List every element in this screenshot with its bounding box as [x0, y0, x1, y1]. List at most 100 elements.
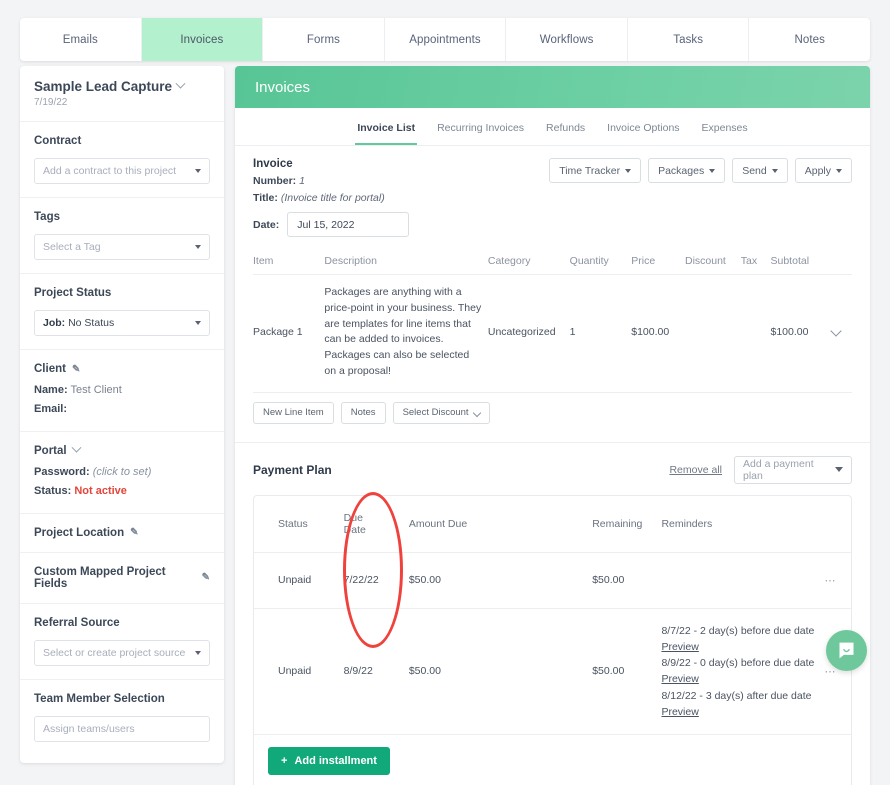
portal-label: Portal — [34, 445, 67, 457]
packages-label: Packages — [658, 165, 704, 177]
chevron-down-icon — [830, 326, 841, 337]
sidebar-section-contract: Contract Add a contract to this project — [20, 122, 224, 198]
portal-status-row: Status: Not active — [34, 484, 210, 500]
cell-status: Unpaid — [254, 552, 344, 608]
col-item: Item — [253, 249, 324, 275]
invoice-date-value: Jul 15, 2022 — [297, 219, 354, 231]
project-sidebar: Sample Lead Capture 7/19/22 Contract Add… — [20, 66, 224, 763]
packages-button[interactable]: Packages — [648, 158, 725, 183]
add-installment-button[interactable]: + Add installment — [268, 747, 390, 775]
cell-subtotal: $100.00 — [771, 275, 833, 393]
apply-button[interactable]: Apply — [795, 158, 852, 183]
table-row[interactable]: Package 1 Packages are anything with a p… — [253, 275, 852, 393]
table-row[interactable]: Unpaid 7/22/22 $50.00 $50.00 ⋯ — [254, 552, 851, 608]
pencil-icon[interactable]: ✎ — [202, 572, 210, 583]
subtab-invoice-options[interactable]: Invoice Options — [605, 122, 681, 145]
project-status-key: Job: — [43, 317, 65, 329]
cell-category: Uncategorized — [488, 275, 570, 393]
top-tab-emails[interactable]: Emails — [20, 18, 142, 61]
invoice-date-input[interactable]: Jul 15, 2022 — [287, 212, 409, 237]
subtab-refunds[interactable]: Refunds — [544, 122, 587, 145]
add-installment-label: Add installment — [294, 755, 377, 767]
referral-source-select[interactable]: Select or create project source — [34, 640, 210, 666]
reminder-preview-link[interactable]: Preview — [661, 671, 818, 687]
new-line-item-button[interactable]: New Line Item — [253, 402, 334, 424]
client-email-key: Email: — [34, 403, 67, 415]
portal-password-key: Password: — [34, 466, 90, 478]
contract-label: Contract — [34, 135, 210, 147]
subtab-recurring-invoices[interactable]: Recurring Invoices — [435, 122, 526, 145]
apply-label: Apply — [805, 165, 831, 177]
reminder-preview-link[interactable]: Preview — [661, 704, 818, 720]
cell-amount-due: $50.00 — [409, 608, 592, 735]
col-status: Status — [254, 496, 344, 553]
team-member-input[interactable]: Assign teams/users — [34, 716, 210, 742]
reminder-text: 8/7/22 - 2 day(s) before due date — [661, 625, 814, 637]
reminder-text: 8/12/22 - 3 day(s) after due date — [661, 690, 811, 702]
project-date: 7/19/22 — [34, 97, 210, 108]
subtab-expenses[interactable]: Expenses — [700, 122, 750, 145]
cell-remaining: $50.00 — [592, 608, 661, 735]
cell-tax — [741, 275, 771, 393]
cell-expand[interactable] — [832, 275, 852, 393]
notes-button[interactable]: Notes — [341, 402, 386, 424]
top-tab-workflows[interactable]: Workflows — [506, 18, 628, 61]
project-status-select[interactable]: Job: No Status — [34, 310, 210, 336]
payment-plan-header-row: Status DueDate Amount Due Remaining Remi… — [254, 496, 851, 553]
table-row[interactable]: Unpaid 8/9/22 $50.00 $50.00 8/7/22 - 2 d… — [254, 608, 851, 735]
payment-plan-table: Status DueDate Amount Due Remaining Remi… — [254, 496, 851, 736]
row-menu-button[interactable]: ⋯ — [824, 552, 851, 608]
chevron-down-icon — [195, 651, 201, 655]
chevron-down-icon — [472, 408, 480, 416]
invoice-title-row[interactable]: Title: (Invoice title for portal) — [253, 192, 852, 204]
row-menu-button[interactable]: ⋯ — [824, 608, 851, 735]
referral-source-value: Select or create project source — [43, 647, 195, 659]
line-items-section: Item Description Category Quantity Price… — [235, 243, 870, 393]
col-price: Price — [631, 249, 685, 275]
col-expand — [832, 249, 852, 275]
project-status-value: Job: No Status — [43, 317, 195, 329]
col-tax: Tax — [741, 249, 771, 275]
sidebar-section-custom-fields: Custom Mapped Project Fields ✎ — [20, 553, 224, 604]
select-discount-button[interactable]: Select Discount — [393, 402, 490, 424]
chevron-down-icon — [176, 79, 186, 89]
sidebar-section-project: Sample Lead Capture 7/19/22 — [20, 66, 224, 122]
top-tab-notes[interactable]: Notes — [749, 18, 870, 61]
top-tab-appointments[interactable]: Appointments — [385, 18, 507, 61]
cell-reminders: 8/7/22 - 2 day(s) before due date Previe… — [661, 608, 824, 735]
invoice-title-key: Title: — [253, 192, 278, 204]
payment-plan-section: Payment Plan Remove all Add a payment pl… — [235, 442, 870, 785]
chat-launcher-button[interactable] — [826, 630, 867, 671]
top-tab-invoices[interactable]: Invoices — [142, 18, 264, 61]
chevron-down-icon — [625, 169, 631, 173]
portal-label-row[interactable]: Portal — [34, 445, 210, 457]
chevron-down-icon — [195, 245, 201, 249]
portal-password-row[interactable]: Password: (click to set) — [34, 465, 210, 481]
payment-plan-card: Status DueDate Amount Due Remaining Remi… — [253, 495, 852, 785]
reminder-preview-link[interactable]: Preview — [661, 639, 818, 655]
col-subtotal: Subtotal — [771, 249, 833, 275]
tags-select[interactable]: Select a Tag — [34, 234, 210, 260]
remove-all-link[interactable]: Remove all — [669, 464, 722, 476]
sidebar-section-project-location: Project Location ✎ — [20, 514, 224, 553]
line-items-header-row: Item Description Category Quantity Price… — [253, 249, 852, 275]
add-payment-plan-select[interactable]: Add a payment plan — [734, 456, 852, 484]
pencil-icon[interactable]: ✎ — [72, 364, 80, 375]
subtab-invoice-list[interactable]: Invoice List — [355, 122, 417, 145]
send-button[interactable]: Send — [732, 158, 788, 183]
cell-remaining: $50.00 — [592, 552, 661, 608]
tags-label: Tags — [34, 211, 210, 223]
payment-plan-title: Payment Plan — [253, 463, 669, 477]
custom-fields-label-row: Custom Mapped Project Fields ✎ — [34, 566, 210, 590]
team-member-label: Team Member Selection — [34, 693, 210, 705]
pencil-icon[interactable]: ✎ — [130, 527, 138, 538]
line-items-table: Item Description Category Quantity Price… — [253, 249, 852, 393]
reminder-item: 8/12/22 - 3 day(s) after due date Previe… — [661, 688, 818, 721]
top-tab-forms[interactable]: Forms — [263, 18, 385, 61]
top-tab-tasks[interactable]: Tasks — [628, 18, 750, 61]
cell-status: Unpaid — [254, 608, 344, 735]
time-tracker-button[interactable]: Time Tracker — [549, 158, 641, 183]
contract-select[interactable]: Add a contract to this project — [34, 158, 210, 184]
col-remaining: Remaining — [592, 496, 661, 553]
project-title-row[interactable]: Sample Lead Capture — [34, 79, 210, 94]
